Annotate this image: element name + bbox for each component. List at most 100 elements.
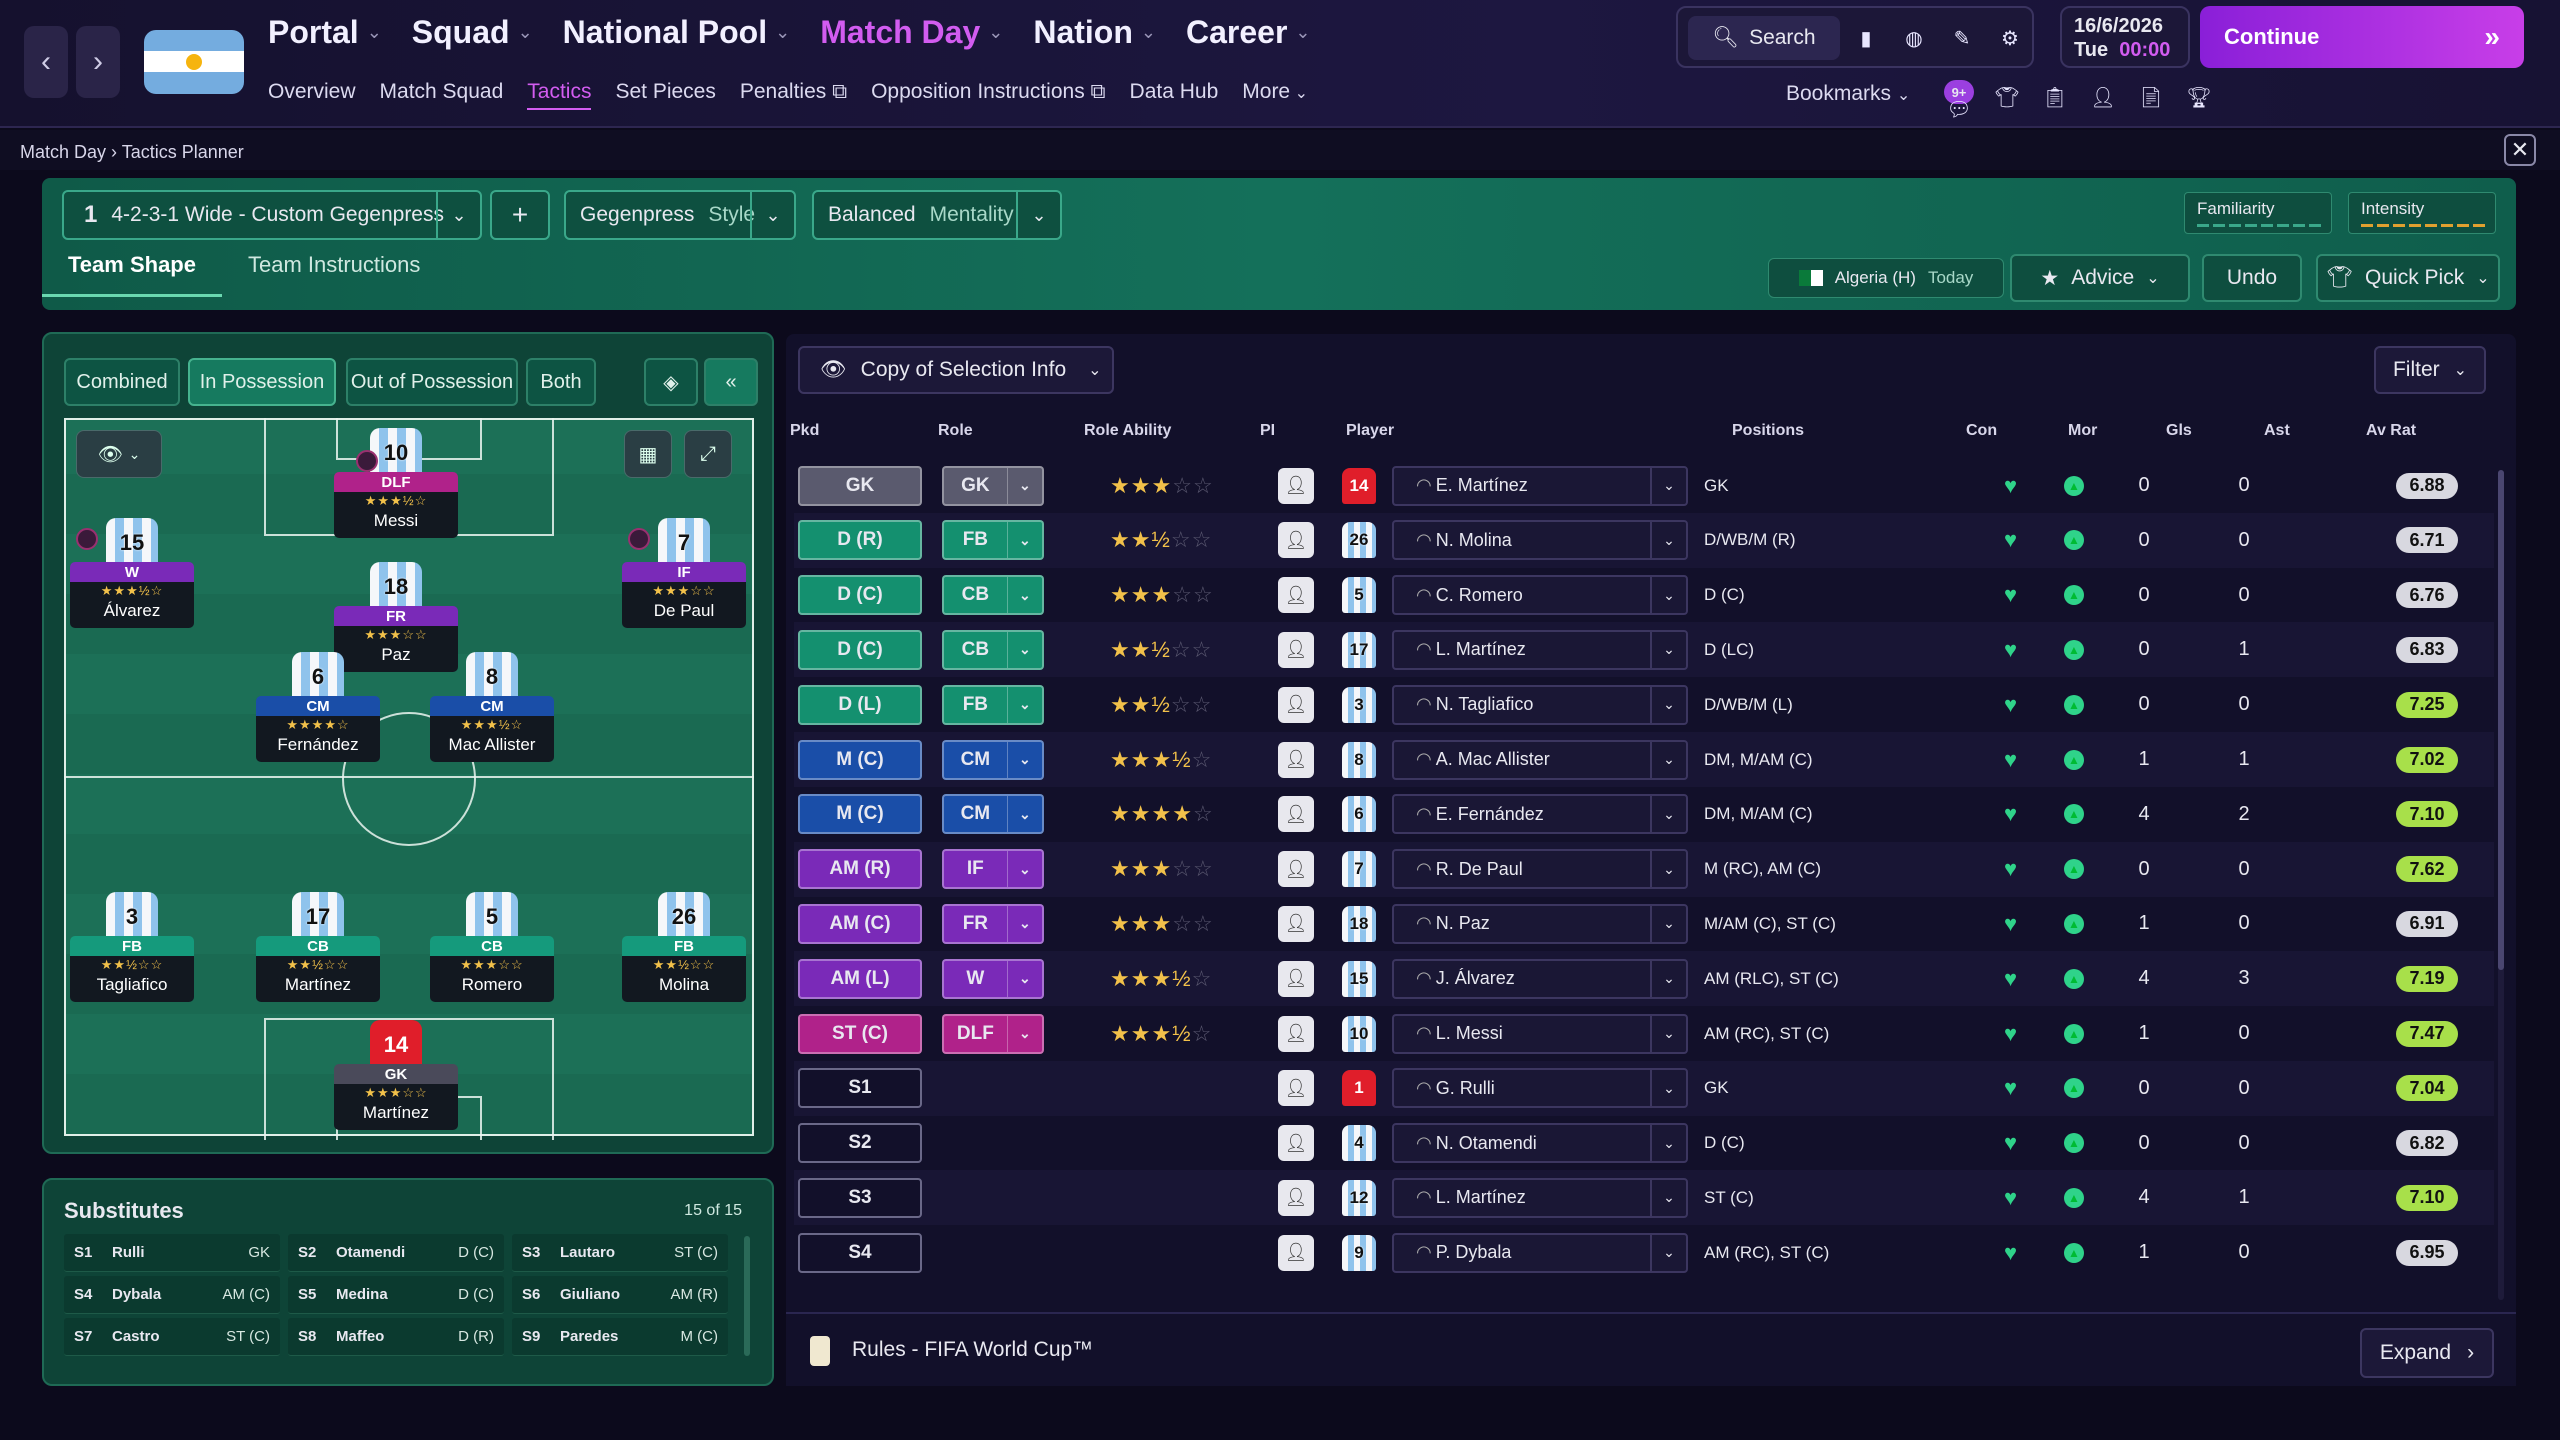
column-header-pkd[interactable]: Pkd: [790, 422, 819, 440]
bookmarks-menu[interactable]: Bookmarks ⌄: [1786, 82, 1910, 106]
column-header-player[interactable]: Player: [1346, 422, 1394, 440]
role-select[interactable]: FB ⌄: [942, 520, 1044, 561]
subnav-item-more[interactable]: More ⌄: [1242, 80, 1308, 110]
pitch-player[interactable]: 3 FB ★★½☆☆ Tagliafico: [70, 892, 194, 1002]
chat-icon[interactable]: 💬︎: [1942, 92, 1976, 126]
player-instructions-button[interactable]: 👤︎: [1278, 1234, 1314, 1271]
pitch-tab-out-of-possession[interactable]: Out of Possession: [346, 358, 518, 406]
pitch-player[interactable]: 14 GK ★★★☆☆ Martínez: [334, 1020, 458, 1130]
pkd-position[interactable]: S2: [798, 1123, 922, 1164]
player-select[interactable]: ◠ E. Fernández ⌄: [1392, 794, 1688, 835]
column-header-con[interactable]: Con: [1966, 422, 1997, 440]
back-button[interactable]: ‹: [24, 26, 68, 98]
pitch-tab-both[interactable]: Both: [526, 358, 596, 406]
table-scrollbar[interactable]: [2498, 470, 2504, 1300]
pkd-position[interactable]: GK: [798, 465, 922, 506]
column-header-role[interactable]: Role: [938, 422, 973, 440]
player-instructions-button[interactable]: 👤︎: [1278, 1070, 1314, 1107]
player-instructions-button[interactable]: 👤︎: [1278, 851, 1314, 888]
nav-item-portal[interactable]: Portal ⌄: [268, 14, 382, 51]
pitch-player[interactable]: 8 CM ★★★½☆ Mac Allister: [430, 652, 554, 762]
scrollbar-thumb[interactable]: [2498, 470, 2504, 970]
subnav-item-penalties[interactable]: Penalties ⧉: [740, 80, 847, 110]
player-instructions-button[interactable]: 👤︎: [1278, 467, 1314, 504]
subnav-item-opposition-instructions[interactable]: Opposition Instructions ⧉: [871, 80, 1105, 110]
player-instructions-button[interactable]: 👤︎: [1278, 522, 1314, 559]
intensity-meter[interactable]: Intensity: [2348, 192, 2496, 234]
pitch-player[interactable]: 17 CB ★★½☆☆ Martínez: [256, 892, 380, 1002]
sub-slot[interactable]: S8 Maffeo D (R): [288, 1318, 504, 1356]
player-select[interactable]: ◠ A. Mac Allister ⌄: [1392, 739, 1688, 780]
player-select[interactable]: ◠ C. Romero ⌄: [1392, 575, 1688, 616]
scout-icon[interactable]: 👤︎: [2086, 80, 2120, 114]
role-select[interactable]: IF ⌄: [942, 849, 1044, 890]
pkd-position[interactable]: S4: [798, 1232, 922, 1273]
close-button[interactable]: ✕: [2504, 134, 2536, 166]
trophy-icon[interactable]: 🏆︎: [2182, 80, 2216, 114]
nav-item-nation[interactable]: Nation ⌄: [1033, 14, 1156, 51]
player-select[interactable]: ◠ L. Martínez ⌄: [1392, 629, 1688, 670]
tab-team-instructions[interactable]: Team Instructions: [222, 240, 446, 297]
pitch-player[interactable]: 10 DLF ★★★½☆ Messi: [334, 428, 458, 538]
player-select[interactable]: ◠ N. Molina ⌄: [1392, 520, 1688, 561]
nav-item-match-day[interactable]: Match Day ⌄: [820, 14, 1003, 51]
forward-button[interactable]: ›: [76, 26, 120, 98]
player-select[interactable]: ◠ R. De Paul ⌄: [1392, 849, 1688, 890]
copy-selection-select[interactable]: 👁︎ Copy of Selection Info ⌄: [798, 346, 1114, 394]
pen-icon[interactable]: ✎: [1942, 16, 1982, 60]
globe-icon[interactable]: ◍: [1894, 16, 1934, 60]
player-select[interactable]: ◠ P. Dybala ⌄: [1392, 1232, 1688, 1273]
kit-icon[interactable]: 👕︎: [1990, 80, 2024, 114]
undo-button[interactable]: Undo: [2202, 254, 2302, 302]
expand-button[interactable]: Expand ›: [2360, 1328, 2494, 1378]
player-instructions-button[interactable]: 👤︎: [1278, 686, 1314, 723]
pitch-player[interactable]: 26 FB ★★½☆☆ Molina: [622, 892, 746, 1002]
player-select[interactable]: ◠ L. Martínez ⌄: [1392, 1177, 1688, 1218]
expand-icon[interactable]: ⤢: [684, 430, 732, 478]
familiarity-meter[interactable]: Familiarity: [2184, 192, 2332, 234]
collapse-button[interactable]: «: [704, 358, 758, 406]
sub-slot[interactable]: S7 Castro ST (C): [64, 1318, 280, 1356]
sub-slot[interactable]: S5 Medina D (C): [288, 1276, 504, 1314]
tab-team-shape[interactable]: Team Shape: [42, 240, 222, 297]
role-select[interactable]: CM ⌄: [942, 794, 1044, 835]
player-select[interactable]: ◠ G. Rulli ⌄: [1392, 1068, 1688, 1109]
role-select[interactable]: FR ⌄: [942, 903, 1044, 944]
player-instructions-button[interactable]: 👤︎: [1278, 1179, 1314, 1216]
pkd-position[interactable]: AM (C): [798, 903, 922, 944]
player-instructions-button[interactable]: 👤︎: [1278, 1015, 1314, 1052]
filter-button[interactable]: Filter ⌄: [2374, 346, 2486, 394]
sub-slot[interactable]: S6 Giuliano AM (R): [512, 1276, 728, 1314]
gear-icon[interactable]: ⚙: [1990, 16, 2030, 60]
pkd-position[interactable]: D (L): [798, 684, 922, 725]
player-select[interactable]: ◠ N. Otamendi ⌄: [1392, 1123, 1688, 1164]
grid-icon[interactable]: ▦: [624, 430, 672, 478]
subnav-item-match-squad[interactable]: Match Squad: [380, 80, 504, 110]
player-select[interactable]: ◠ N. Paz ⌄: [1392, 903, 1688, 944]
role-select[interactable]: CB ⌄: [942, 629, 1044, 670]
role-select[interactable]: GK ⌄: [942, 465, 1044, 506]
tactic-view-button[interactable]: ◈: [644, 358, 698, 406]
pkd-position[interactable]: S3: [798, 1177, 922, 1218]
pkd-position[interactable]: D (R): [798, 520, 922, 561]
pkd-position[interactable]: ST (C): [798, 1013, 922, 1054]
player-instructions-button[interactable]: 👤︎: [1278, 905, 1314, 942]
opponent-info[interactable]: Algeria (H) Today: [1768, 258, 2004, 298]
subnav-item-set-pieces[interactable]: Set Pieces: [615, 80, 715, 110]
pitch-player[interactable]: 6 CM ★★★★☆ Fernández: [256, 652, 380, 762]
nav-item-career[interactable]: Career ⌄: [1186, 14, 1311, 51]
style-select[interactable]: Gegenpress Style ⌄: [564, 190, 796, 240]
pitch-tab-combined[interactable]: Combined: [64, 358, 180, 406]
substitutes-scrollbar[interactable]: [744, 1236, 750, 1356]
column-header-positions[interactable]: Positions: [1732, 422, 1804, 440]
nav-item-squad[interactable]: Squad ⌄: [412, 14, 533, 51]
tactic-select[interactable]: 1 4-2-3-1 Wide - Custom Gegenpress ⌄: [62, 190, 482, 240]
document-icon[interactable]: 📄︎: [2134, 80, 2168, 114]
pkd-position[interactable]: S1: [798, 1068, 922, 1109]
sub-slot[interactable]: S3 Lautaro ST (C): [512, 1234, 728, 1272]
player-instructions-button[interactable]: 👤︎: [1278, 741, 1314, 778]
player-instructions-button[interactable]: 👤︎: [1278, 796, 1314, 833]
role-select[interactable]: DLF ⌄: [942, 1013, 1044, 1054]
role-select[interactable]: FB ⌄: [942, 684, 1044, 725]
clipboard-icon[interactable]: 📋︎: [2038, 80, 2072, 114]
